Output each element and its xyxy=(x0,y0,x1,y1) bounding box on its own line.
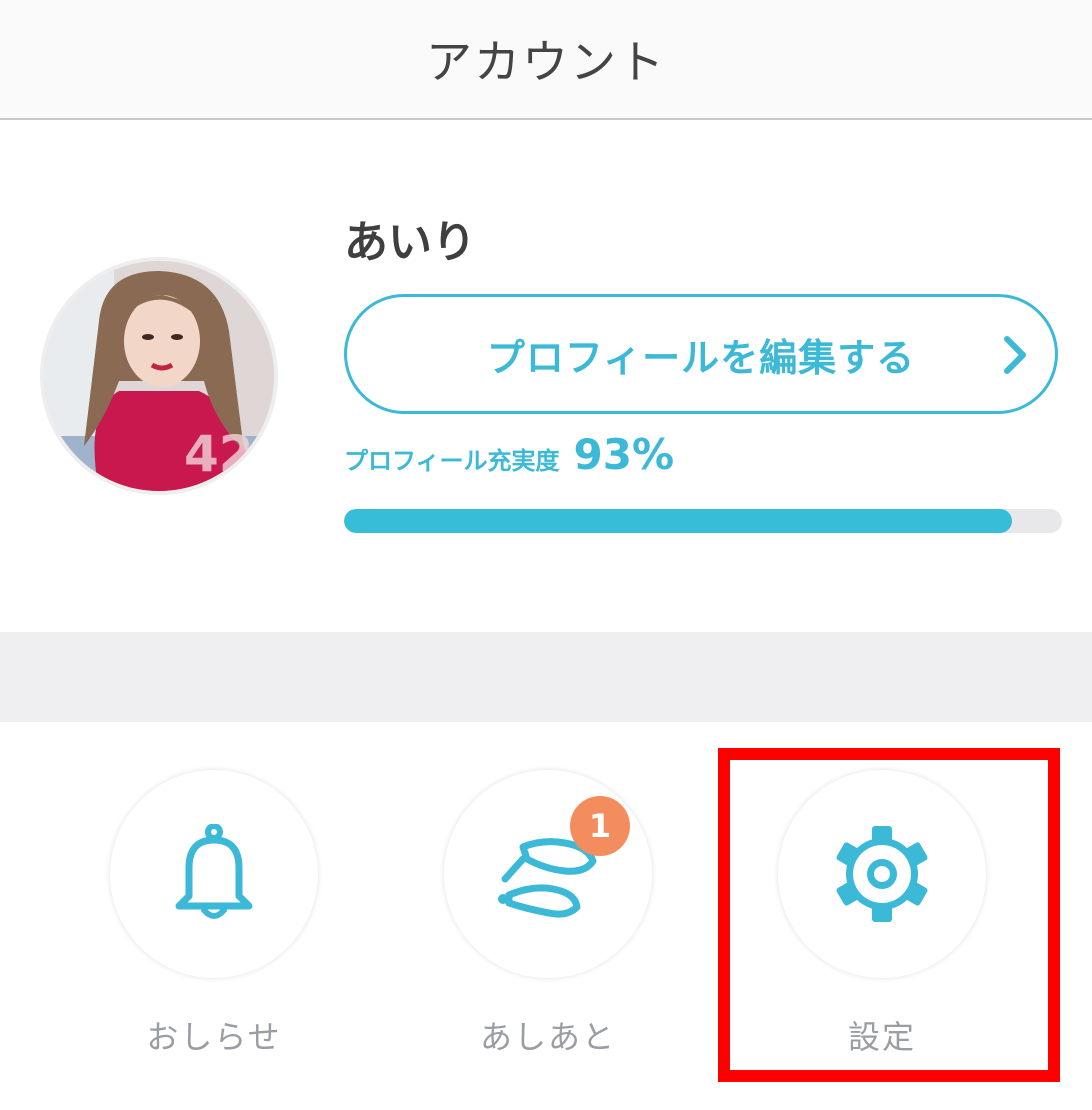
completion-value: 93% xyxy=(573,430,675,479)
avatar-photo: 42 xyxy=(44,261,274,491)
page-title: アカウント xyxy=(426,35,666,89)
footprints-badge: 1 xyxy=(570,796,630,856)
svg-text:42: 42 xyxy=(184,425,254,483)
edit-profile-button[interactable]: プロフィールを編集する xyxy=(344,294,1058,414)
edit-profile-label: プロフィールを編集する xyxy=(486,335,916,380)
completion-progress-bar xyxy=(344,509,1062,533)
settings-highlight-box xyxy=(718,748,1060,1082)
bell-icon xyxy=(175,824,253,919)
profile-completion: プロフィール充実度 93% xyxy=(344,430,674,479)
chevron-right-icon xyxy=(1004,336,1026,374)
avatar[interactable]: 42 xyxy=(40,257,278,495)
completion-label: プロフィール充実度 xyxy=(344,447,560,475)
completion-progress-fill xyxy=(344,509,1012,533)
user-name: あいり xyxy=(344,217,476,268)
footprints-button[interactable] xyxy=(444,770,652,978)
nav-header: アカウント xyxy=(0,0,1092,120)
notifications-label: おしらせ xyxy=(146,1018,282,1056)
section-separator xyxy=(0,632,1092,722)
notifications-button[interactable] xyxy=(110,770,318,978)
footprints-label: あしあと xyxy=(479,1018,616,1056)
